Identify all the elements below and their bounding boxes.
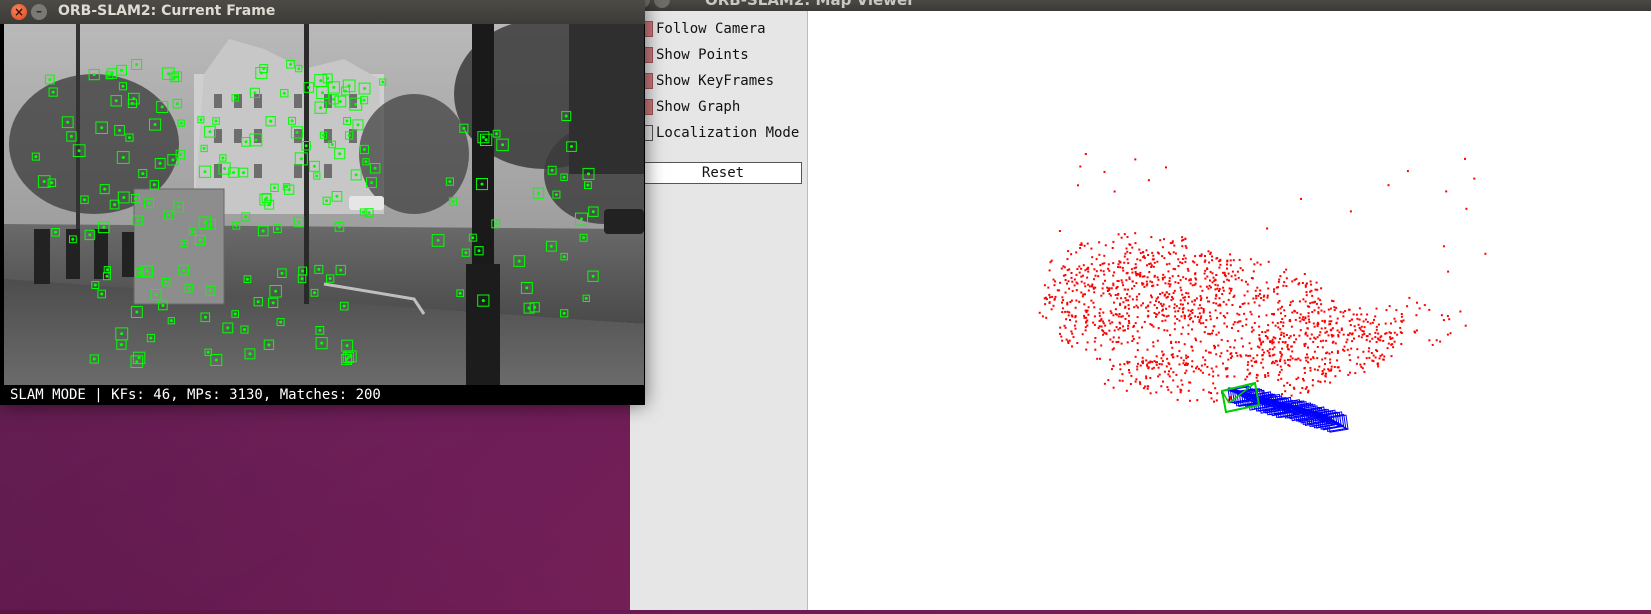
map-points: [1038, 153, 1487, 403]
status-bar: SLAM MODE | KFs: 46, MPs: 3130, Matches:…: [4, 385, 645, 405]
map-canvas[interactable]: [808, 11, 1651, 610]
current-frame-window: × – ORB-SLAM2: Current Frame SLAM MODE |…: [0, 0, 645, 405]
desktop-background: [0, 380, 640, 610]
map-minimize-button[interactable]: [654, 0, 670, 8]
control-panel: Follow Camera Show Points Show KeyFrames…: [630, 11, 808, 610]
map-viewer-title: ORB-SLAM2: Map Viewer: [705, 0, 915, 9]
show-points-label: Show Points: [656, 47, 749, 63]
show-graph-checkbox-box[interactable]: [644, 99, 653, 115]
show-keyframes-checkbox[interactable]: Show KeyFrames: [644, 70, 774, 92]
show-keyframes-checkbox-box[interactable]: [644, 73, 653, 89]
show-graph-checkbox[interactable]: Show Graph: [644, 96, 740, 118]
show-points-checkbox[interactable]: Show Points: [644, 44, 749, 66]
close-button[interactable]: ×: [11, 4, 27, 20]
show-graph-label: Show Graph: [656, 99, 741, 115]
camera-frame-image: [4, 24, 644, 385]
follow-camera-label: Follow Camera: [656, 21, 766, 37]
map-3d-viewport[interactable]: [808, 11, 1651, 610]
follow-camera-checkbox[interactable]: Follow Camera: [644, 18, 766, 40]
follow-camera-checkbox-box[interactable]: [644, 21, 653, 37]
reset-button[interactable]: Reset: [644, 162, 802, 184]
map-viewer-titlebar[interactable]: ORB-SLAM2: Map Viewer: [630, 0, 1651, 11]
keyframe-trajectory: [1227, 385, 1349, 433]
localization-mode-checkbox[interactable]: Localization Mode: [644, 122, 799, 144]
right-building: [569, 24, 644, 174]
minimize-button[interactable]: –: [31, 4, 47, 20]
show-points-checkbox-box[interactable]: [644, 47, 653, 63]
map-viewer-window: ORB-SLAM2: Map Viewer Follow Camera Show…: [630, 0, 1651, 610]
localization-mode-label: Localization Mode: [656, 125, 800, 141]
show-keyframes-label: Show KeyFrames: [656, 73, 775, 89]
frame-window-title: ORB-SLAM2: Current Frame: [58, 3, 276, 19]
frame-titlebar[interactable]: × – ORB-SLAM2: Current Frame: [0, 0, 645, 24]
localization-mode-checkbox-box[interactable]: [644, 125, 653, 141]
keyframes: [1227, 385, 1349, 433]
